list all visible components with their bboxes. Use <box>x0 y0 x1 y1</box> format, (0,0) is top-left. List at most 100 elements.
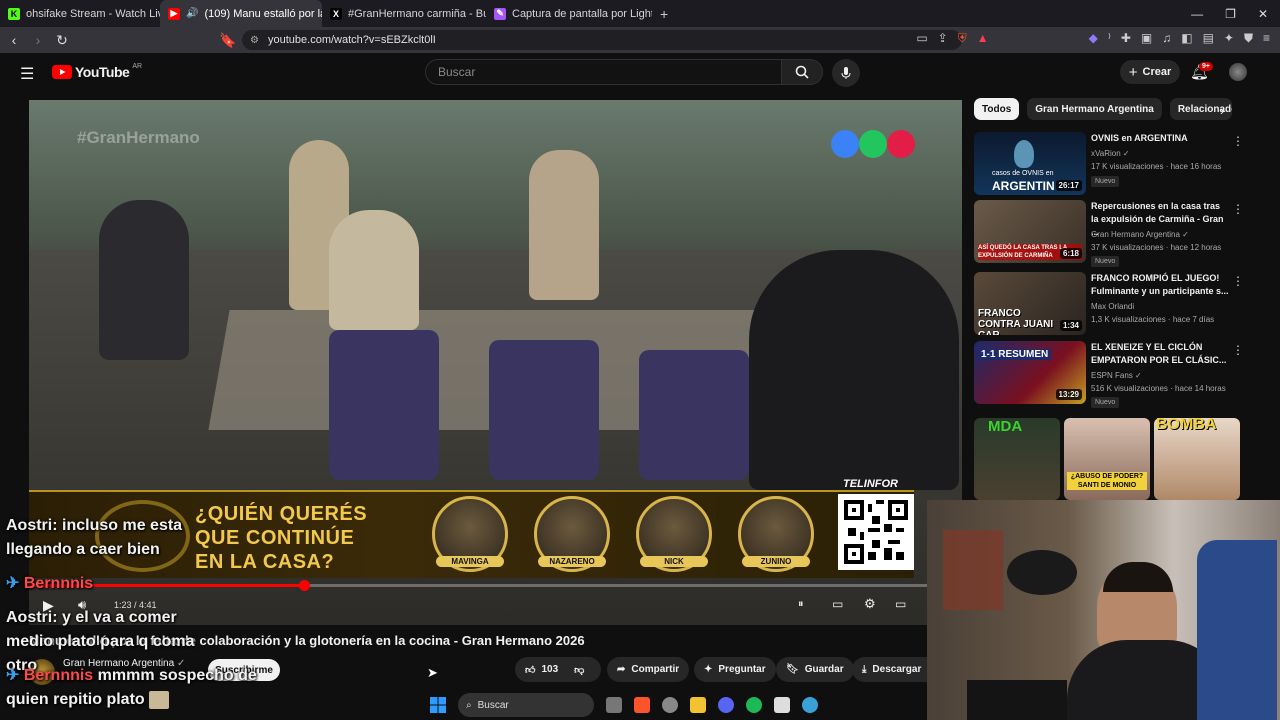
share-arrow-icon: ➦ <box>617 664 626 675</box>
close-window-icon[interactable]: ✕ <box>1258 7 1268 21</box>
channel-name: xVaRion ✓ <box>1091 149 1130 158</box>
video-thumbnail[interactable]: ASÍ QUEDÓ LA CASA TRAS LA EXPULSIÓN DE C… <box>974 200 1086 263</box>
leo-icon[interactable]: ✦ <box>1224 31 1234 46</box>
channel-logo-red-dot <box>887 130 915 158</box>
video-frame-chair <box>489 340 599 480</box>
create-button[interactable]: + Crear <box>1120 60 1180 84</box>
candidate-name: ZUNINO <box>742 556 810 567</box>
wallet-icon[interactable]: ◆ <box>1089 31 1098 46</box>
recommended-video[interactable]: casos de OVNIS en ARGENTIN 26:17 OVNIS e… <box>974 132 1274 196</box>
chat-message: ✈ Bernnnis mmmm sospecho de quien repiti… <box>6 664 266 712</box>
taskbar-search-input[interactable]: ⌕ Buscar <box>458 693 594 717</box>
recommended-video[interactable]: ASÍ QUEDÓ LA CASA TRAS LA EXPULSIÓN DE C… <box>974 200 1274 267</box>
short-thumbnail[interactable]: MDA <box>974 418 1060 500</box>
like-icon[interactable]: 👍︎ <box>525 664 535 676</box>
task-view-icon[interactable] <box>606 697 622 713</box>
youtube-logo[interactable]: YouTube AR <box>52 62 143 80</box>
video-thumbnail[interactable]: 1-1 RESUMEN 13:29 <box>974 341 1086 404</box>
autoplay-toggle-icon[interactable]: ⏸ <box>798 598 804 611</box>
tab-label: ohsifake Stream - Watch Live on Kick <box>26 7 160 20</box>
video-title: OVNIS en ARGENTINA <box>1091 133 1188 143</box>
ask-button[interactable]: ✦ Preguntar <box>694 657 776 682</box>
chip-all[interactable]: Todos <box>974 98 1020 120</box>
translate-icon[interactable]: ⁾ <box>1108 31 1111 46</box>
url-field[interactable]: ⚙ youtube.com/watch?v=sEBZkclt0lI <box>242 30 962 50</box>
recommended-video[interactable]: FRANCO CONTRA JUANI CAR 1:34 FRANCO ROMP… <box>974 272 1274 336</box>
music-icon[interactable]: ♫ <box>1162 31 1171 46</box>
video-duration: 1:34 <box>1059 320 1082 331</box>
new-badge: Nuevo <box>1091 256 1120 267</box>
more-options-icon[interactable]: ⋮ <box>1232 343 1244 357</box>
windows-start-icon[interactable] <box>430 697 446 713</box>
windows-taskbar: ⌕ Buscar <box>430 690 860 720</box>
short-thumbnail[interactable]: BOMBA <box>1154 418 1240 500</box>
obs-icon[interactable] <box>662 697 678 713</box>
maximize-icon[interactable]: ❐ <box>1225 7 1236 21</box>
settings-gear-icon[interactable]: ⚙ <box>864 596 876 612</box>
brave-rewards-icon[interactable]: ▲ <box>977 31 989 46</box>
region-code: AR <box>132 62 143 70</box>
search-button[interactable] <box>781 59 823 85</box>
tab-lightshot[interactable]: ✎ Captura de pantalla por Lightshot <box>486 0 652 27</box>
recommended-video[interactable]: 1-1 RESUMEN 13:29 EL XENEIZE Y EL CICLÓN… <box>974 341 1274 408</box>
spotify-icon[interactable] <box>746 697 762 713</box>
minimize-icon[interactable]: — <box>1191 7 1203 21</box>
sidebar-icon[interactable]: ◧ <box>1181 31 1192 46</box>
more-options-icon[interactable]: ⋮ <box>1232 274 1244 288</box>
puzzle-icon[interactable]: ✚ <box>1121 31 1131 46</box>
video-progress-bar[interactable] <box>29 584 962 587</box>
verified-icon: ✓ <box>1135 371 1142 380</box>
discord-icon[interactable] <box>718 697 734 713</box>
share-icon[interactable]: ⇪ <box>938 31 948 46</box>
chip-channel[interactable]: Gran Hermano Argentina <box>1027 98 1162 120</box>
subtitles-icon[interactable]: ▭ <box>832 597 843 611</box>
tab-kick[interactable]: K ohsifake Stream - Watch Live on Kick <box>0 0 160 27</box>
like-count[interactable]: 103 <box>541 664 558 675</box>
browser-tab-bar: K ohsifake Stream - Watch Live on Kick ▶… <box>0 0 1280 27</box>
capcut-icon[interactable] <box>774 697 790 713</box>
ufo-graphic <box>1014 140 1034 168</box>
dislike-icon[interactable]: 👎︎ <box>574 664 584 676</box>
brave-shield-icon[interactable]: ⛨ <box>958 31 967 46</box>
chips-next-icon[interactable]: › <box>1220 103 1224 118</box>
tab-x[interactable]: X #GranHermano carmiña - Buscar / X <box>322 0 486 27</box>
save-button[interactable]: 🔖︎ Guardar <box>776 657 854 682</box>
bookmark-icon[interactable]: 🔖 <box>216 32 240 49</box>
notification-count-badge: 9+ <box>1199 62 1213 71</box>
reload-icon[interactable]: ↻ <box>50 32 74 49</box>
new-tab-button[interactable]: + <box>652 0 672 27</box>
like-dislike-group: 👍︎ 103 👎︎ <box>515 657 601 682</box>
screenshot-icon[interactable]: ▣ <box>1141 31 1152 46</box>
extensions-bar: ▭ ⇪ ⛨ ▲ ◆ ⁾ ✚ ▣ ♫ ◧ ▤ ✦ ⛊ ≡ <box>916 31 1270 46</box>
youtube-play-logo-icon <box>52 65 72 79</box>
webcam-keyboard <box>967 680 1067 720</box>
short-thumbnail[interactable]: ¿ABUSO DE PODER? SANTI DE MONIO <box>1064 418 1150 500</box>
hamburger-menu-icon[interactable]: ☰ <box>20 64 34 84</box>
back-icon[interactable]: ‹ <box>2 32 26 48</box>
share-button[interactable]: ➦ Compartir <box>607 657 690 682</box>
search-input[interactable]: Buscar <box>425 59 782 85</box>
video-thumbnail[interactable]: casos de OVNIS en ARGENTIN 26:17 <box>974 132 1086 195</box>
tab-youtube[interactable]: ▶ 🔊 (109) Manu estalló por la falta ✕ <box>160 0 322 27</box>
voice-search-button[interactable] <box>832 59 860 87</box>
download-button[interactable]: ⤓ Descargar <box>852 657 928 682</box>
theater-mode-icon[interactable]: ▭ <box>895 597 906 611</box>
vote-question-line: ¿QUIÉN QUERÉS <box>195 503 368 525</box>
app-icon[interactable] <box>802 697 818 713</box>
youtube-wordmark: YouTube <box>75 64 130 80</box>
menu-icon[interactable]: ≡ <box>1263 31 1270 46</box>
vpn-icon[interactable]: ⛊ <box>1244 31 1253 46</box>
brave-browser-icon[interactable] <box>634 697 650 713</box>
more-options-icon[interactable]: ⋮ <box>1232 202 1244 216</box>
forward-icon[interactable]: › <box>26 32 50 48</box>
video-thumbnail[interactable]: FRANCO CONTRA JUANI CAR 1:34 <box>974 272 1086 335</box>
extension-icon[interactable]: ▭ <box>916 31 927 46</box>
more-options-icon[interactable]: ⋮ <box>1232 134 1244 148</box>
account-avatar[interactable] <box>1229 63 1247 81</box>
taskbar-search-icon: ⌕ <box>466 699 472 711</box>
chat-message: Aostri: incluso me esta llegando a caer … <box>6 514 206 562</box>
file-explorer-icon[interactable] <box>690 697 706 713</box>
new-badge: Nuevo <box>1091 397 1120 408</box>
wallet2-icon[interactable]: ▤ <box>1203 31 1214 46</box>
site-info-icon[interactable]: ⚙ <box>250 35 259 46</box>
